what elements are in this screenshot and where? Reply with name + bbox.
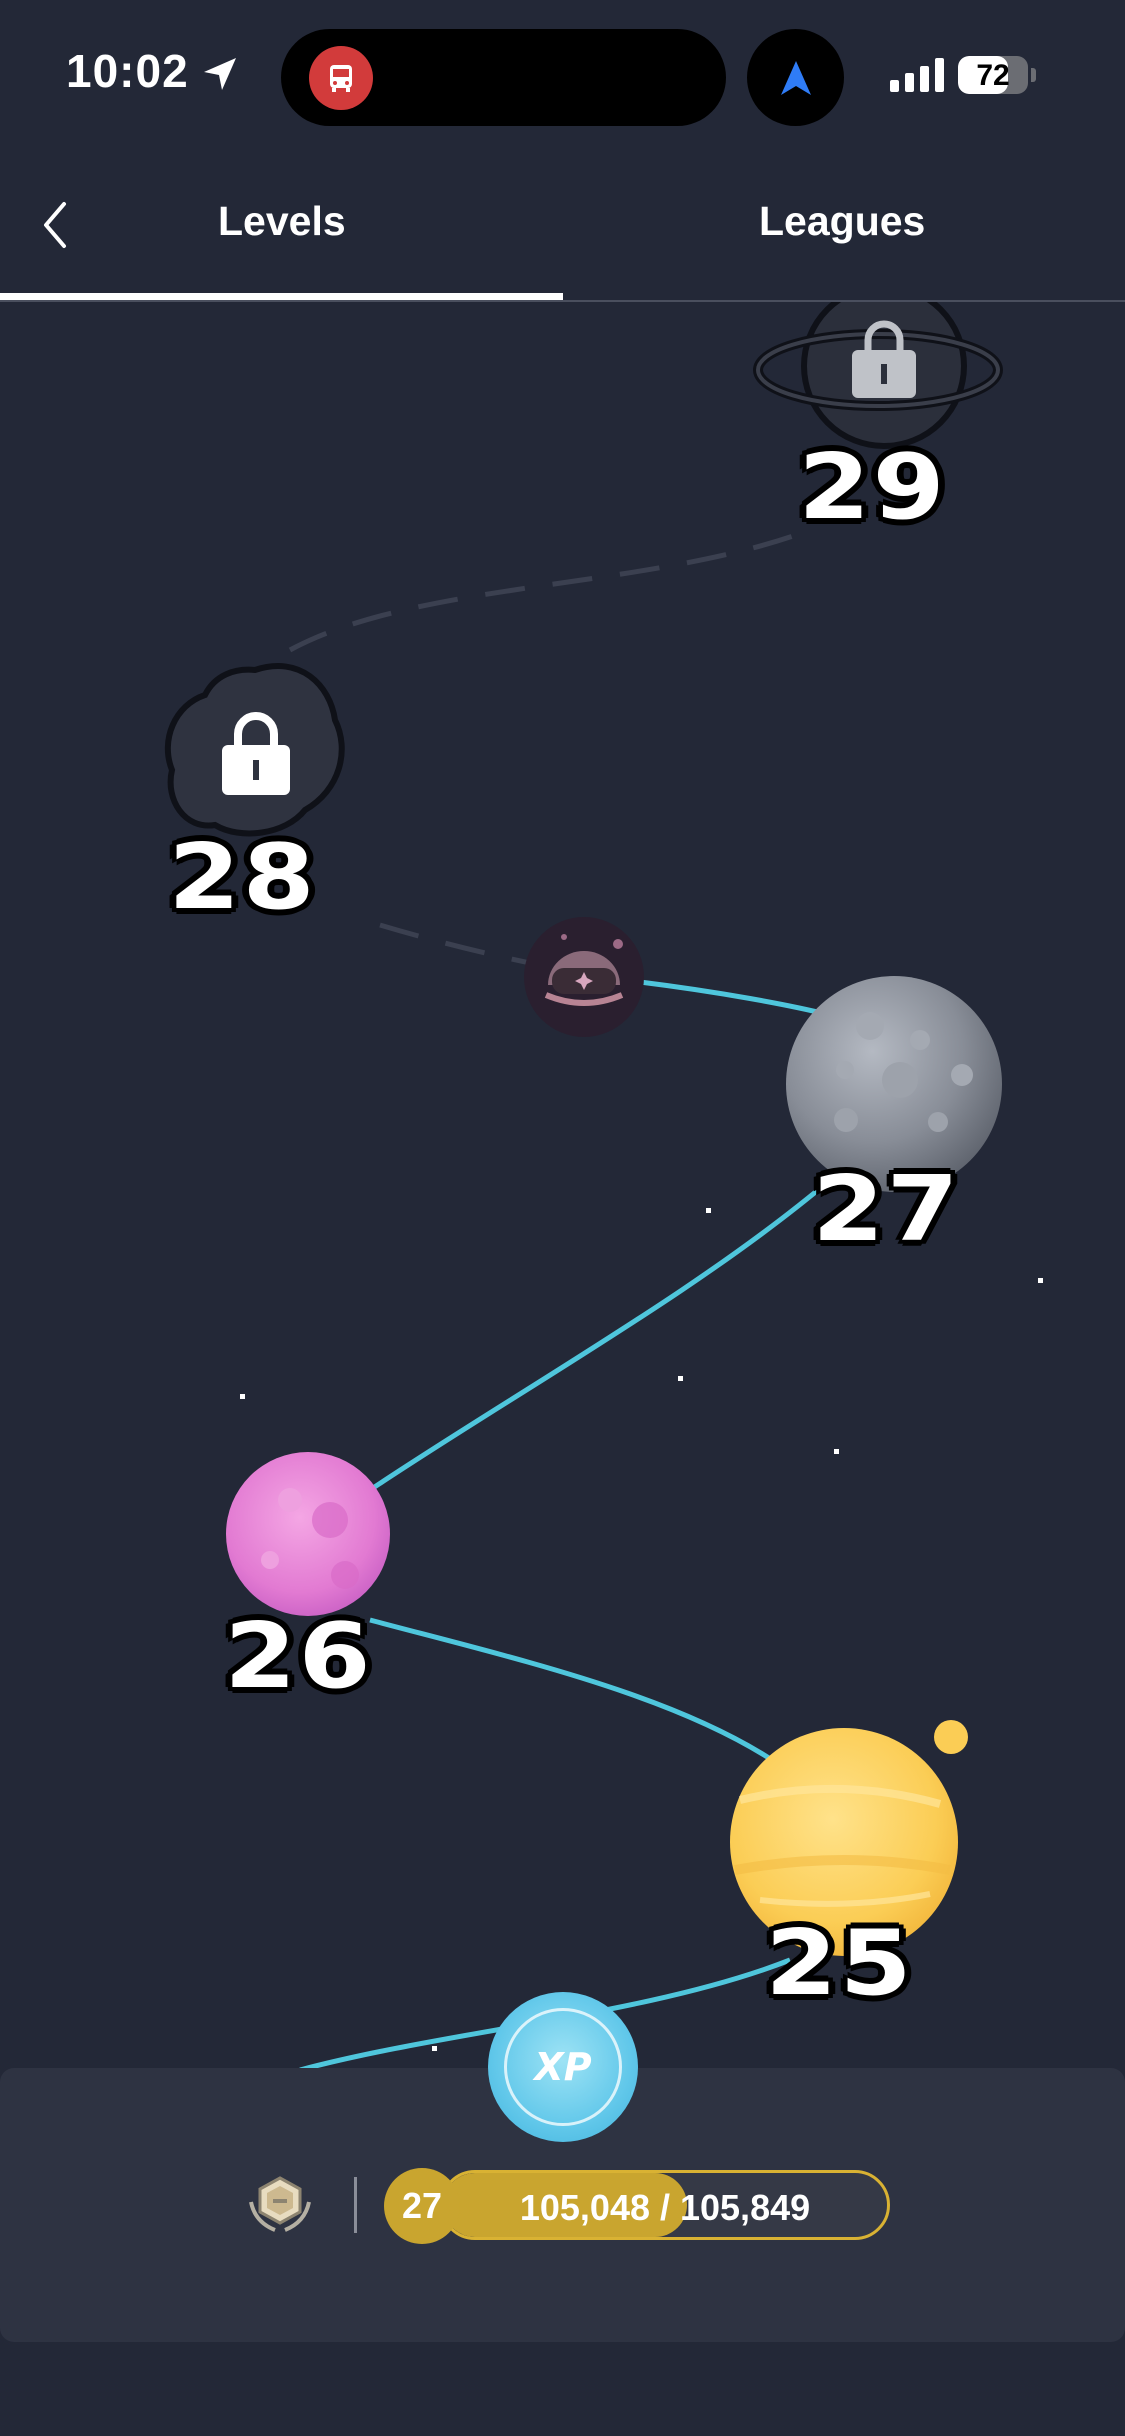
xp-progress-text: 105,048 / 105,849 <box>519 2187 811 2228</box>
navigation-arrow-icon <box>780 60 811 95</box>
astronaut-helmet-icon[interactable] <box>524 917 644 1037</box>
xp-button[interactable]: XP <box>488 1992 638 2142</box>
tab-levels[interactable]: Levels <box>218 198 346 245</box>
panel-divider <box>354 2177 357 2233</box>
xp-label: XP <box>534 2045 592 2089</box>
star <box>240 1394 245 1399</box>
tab-bar: Levels Leagues <box>0 150 1125 302</box>
status-time: 10:02 <box>66 45 189 97</box>
star <box>678 1376 683 1381</box>
active-tab-indicator <box>0 293 563 300</box>
chevron-left-icon <box>44 202 66 248</box>
tab-leagues[interactable]: Leagues <box>759 198 925 245</box>
cellular-signal-icon <box>890 58 944 92</box>
progress-path-26-27 <box>368 1178 832 1493</box>
star <box>432 2046 437 2051</box>
level-28-planet[interactable] <box>164 663 345 837</box>
level-26-planet[interactable] <box>226 1452 390 1616</box>
level-27-number: 27 <box>812 1157 961 1262</box>
moon-dot <box>934 1720 968 1754</box>
level-29-number: 29 <box>798 435 947 540</box>
navigation-activity[interactable] <box>747 29 844 126</box>
battery-percentage: 72 <box>976 59 1010 92</box>
levels-map[interactable]: 29 28 27 26 25 <box>0 302 1125 2068</box>
location-arrow-icon <box>204 58 236 90</box>
battery-tip <box>1031 68 1036 82</box>
progress-path-25-26 <box>369 1617 802 1782</box>
league-badge-icon[interactable] <box>245 2172 315 2238</box>
status-bar: 10:02 72 <box>0 0 1125 140</box>
locked-path-upper <box>288 527 811 653</box>
level-29-planet[interactable] <box>753 302 1003 449</box>
star <box>1038 1278 1043 1283</box>
level-28-number: 28 <box>168 825 317 930</box>
dynamic-island[interactable] <box>281 29 726 126</box>
level-26-number: 26 <box>224 1604 373 1709</box>
bus-icon <box>309 46 373 110</box>
locked-path-lower <box>379 922 541 968</box>
star <box>706 1208 711 1213</box>
progress-path-27 <box>639 979 831 1018</box>
current-level-badge: 27 <box>384 2168 460 2244</box>
star <box>834 1449 839 1454</box>
level-25-number: 25 <box>765 1911 914 2016</box>
xp-progress-bar: 105,048 / 105,849 <box>440 2170 890 2240</box>
battery-icon: 72 <box>958 56 1028 94</box>
back-button[interactable] <box>30 190 80 260</box>
